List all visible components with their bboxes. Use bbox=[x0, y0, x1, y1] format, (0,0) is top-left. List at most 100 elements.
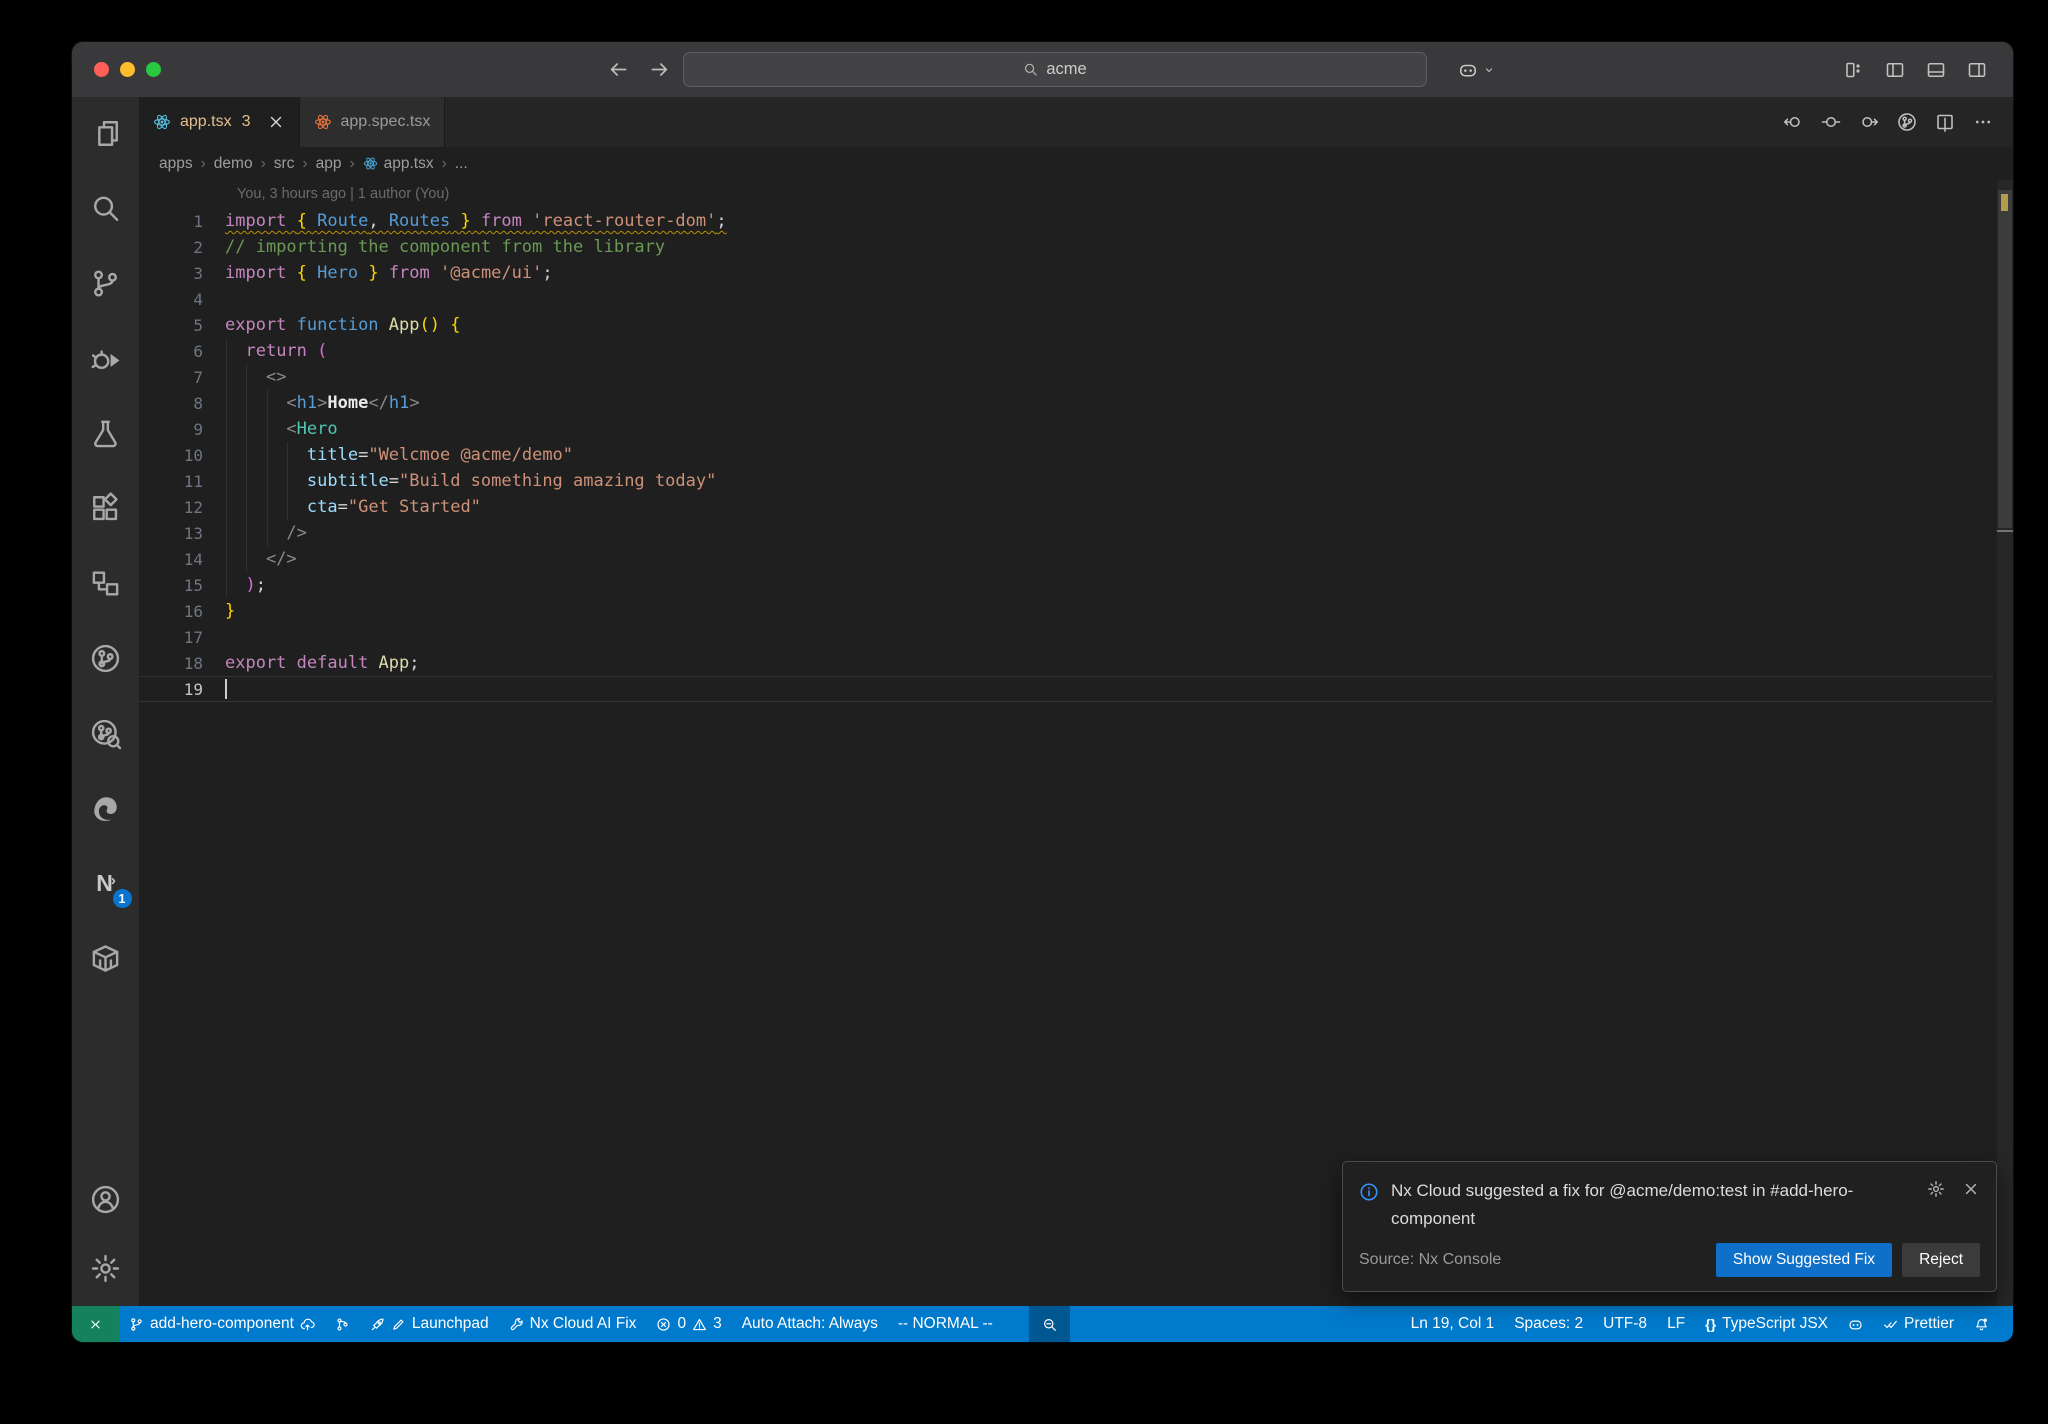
activity-testing[interactable] bbox=[88, 415, 124, 451]
breadcrumb-label: src bbox=[273, 154, 295, 172]
code-editor[interactable]: You, 3 hours ago | 1 author (You) 1 impor… bbox=[139, 180, 2013, 1306]
activity-extensions[interactable] bbox=[88, 490, 124, 526]
code-text: <> bbox=[265, 367, 287, 387]
line-number: 2 bbox=[193, 237, 203, 257]
branch-icon bbox=[131, 1317, 142, 1331]
breadcrumb-item[interactable]: app bbox=[316, 155, 342, 173]
layout-panel-button[interactable] bbox=[1926, 60, 1946, 80]
line-number: 10 bbox=[183, 445, 203, 465]
remote-icon bbox=[91, 1320, 100, 1328]
cloud-upload-icon bbox=[300, 1318, 315, 1330]
activity-explorer[interactable] bbox=[88, 115, 124, 151]
activity-accounts[interactable] bbox=[88, 1181, 124, 1217]
line-number: 4 bbox=[193, 289, 203, 309]
status-indentation[interactable]: Spaces: 2 bbox=[1504, 1306, 1593, 1342]
status-commit-graph[interactable] bbox=[325, 1306, 360, 1342]
activity-source-control[interactable] bbox=[88, 265, 124, 301]
nav-back-circle-icon bbox=[1783, 116, 1800, 128]
tab-app-spec-tsx[interactable]: app.spec.tsx bbox=[299, 97, 446, 147]
close-notification-button[interactable] bbox=[1962, 1180, 1980, 1198]
react-test-icon bbox=[314, 114, 331, 130]
arrow-right-icon bbox=[651, 63, 668, 76]
status-language-mode[interactable]: {} TypeScript JSX bbox=[1695, 1306, 1838, 1342]
status-gitlens-launchpad[interactable]: Launchpad bbox=[360, 1306, 499, 1342]
status-encoding[interactable]: UTF-8 bbox=[1593, 1306, 1657, 1342]
activity-search[interactable] bbox=[88, 190, 124, 226]
customize-layout-button[interactable] bbox=[1844, 60, 1864, 80]
activity-badge: 1 bbox=[112, 889, 132, 908]
breadcrumb-item[interactable]: ... bbox=[455, 155, 468, 173]
breadcrumb-item[interactable]: app.tsx bbox=[363, 155, 434, 173]
activity-project-graph[interactable] bbox=[88, 640, 124, 676]
activity-remote-explorer[interactable] bbox=[88, 565, 124, 601]
breadcrumb-separator: › bbox=[302, 154, 308, 172]
notification-settings-button[interactable] bbox=[1927, 1180, 1945, 1198]
activity-edge-devtools[interactable] bbox=[88, 790, 124, 826]
indent-guide bbox=[266, 390, 268, 546]
activity-settings[interactable] bbox=[88, 1250, 124, 1286]
layout-sidebar-left-button[interactable] bbox=[1885, 60, 1905, 80]
zoom-window-button[interactable] bbox=[146, 62, 161, 77]
minimize-window-button[interactable] bbox=[120, 62, 135, 77]
arrow-right-button[interactable] bbox=[649, 59, 670, 80]
breadcrumb-item[interactable]: src bbox=[274, 155, 295, 173]
breadcrumb-item[interactable]: demo bbox=[214, 155, 253, 173]
text-cursor bbox=[225, 679, 227, 699]
breadcrumb-label: app bbox=[315, 154, 342, 172]
activity-commit-graph[interactable] bbox=[88, 715, 124, 751]
editor-scrollbar[interactable] bbox=[1997, 180, 2013, 1306]
breadcrumb-item[interactable]: apps bbox=[159, 155, 193, 173]
code-line-11: 11 subtitle="Build something amazing tod… bbox=[139, 468, 1993, 494]
close-window-button[interactable] bbox=[94, 62, 109, 77]
reject-button[interactable]: Reject bbox=[1902, 1243, 1980, 1277]
customize-layout-icon bbox=[1846, 62, 1860, 77]
copilot-menu[interactable] bbox=[1458, 60, 1495, 80]
status-eol[interactable]: LF bbox=[1657, 1306, 1695, 1342]
code-text: import { Hero } from '@acme/ui'; bbox=[225, 263, 553, 283]
layout-sidebar-right-button[interactable] bbox=[1967, 60, 1987, 80]
line-number: 3 bbox=[193, 263, 203, 283]
circle-branch-button[interactable] bbox=[1897, 112, 1917, 132]
nav-forward-circle-button[interactable] bbox=[1859, 112, 1879, 132]
arrow-left-button[interactable] bbox=[608, 59, 629, 80]
status-problems[interactable]: 03 bbox=[646, 1306, 731, 1342]
react-icon bbox=[363, 157, 377, 170]
line-number: 9 bbox=[193, 419, 203, 439]
status-zoom-out[interactable] bbox=[1028, 1306, 1070, 1342]
status-cursor-position[interactable]: Ln 19, Col 1 bbox=[1401, 1306, 1505, 1342]
activity-run-and-debug[interactable] bbox=[88, 340, 124, 376]
activity-containers[interactable] bbox=[88, 940, 124, 976]
breadcrumb-label: ... bbox=[454, 154, 468, 172]
vscode-window: acme N› 1 app.tsx 3 app.spec.tsx apps › demo ›… bbox=[72, 42, 2013, 1342]
line-number: 14 bbox=[183, 549, 203, 569]
window-controls bbox=[72, 62, 161, 77]
status-prettier[interactable]: Prettier bbox=[1873, 1306, 1964, 1342]
tab-label: app.spec.tsx bbox=[340, 113, 431, 130]
status-vim-mode[interactable]: -- NORMAL -- bbox=[888, 1306, 1003, 1342]
status-remote-indicator[interactable] bbox=[72, 1306, 119, 1342]
command-center-search[interactable]: acme bbox=[683, 52, 1427, 87]
show-suggested-fix-button[interactable]: Show Suggested Fix bbox=[1715, 1243, 1893, 1277]
scrollbar-slider[interactable] bbox=[1998, 190, 2012, 528]
arrow-left-icon bbox=[610, 63, 627, 76]
close-tab-button[interactable] bbox=[267, 113, 285, 131]
status-copilot-status[interactable] bbox=[1838, 1306, 1873, 1342]
tab-bar: app.tsx 3 app.spec.tsx bbox=[139, 97, 2013, 147]
status-git-branch[interactable]: add-hero-component bbox=[119, 1306, 325, 1342]
code-text: export function App() { bbox=[225, 315, 461, 335]
search-value: acme bbox=[1046, 60, 1087, 78]
code-line-16: 16} bbox=[139, 598, 1993, 624]
split-editor-button[interactable] bbox=[1935, 112, 1955, 132]
status-nx-cloud-ai-fix[interactable]: Nx Cloud AI Fix bbox=[499, 1306, 647, 1342]
activity-nx-console[interactable]: N› 1 bbox=[88, 865, 132, 908]
tab-app-tsx[interactable]: app.tsx 3 bbox=[139, 97, 300, 147]
code-line-8: 8 <h1>Home</h1> bbox=[139, 390, 1993, 416]
nav-dot-circle-button[interactable] bbox=[1821, 112, 1841, 132]
status-notifications-bell[interactable] bbox=[1964, 1306, 1999, 1342]
code-text: </> bbox=[265, 549, 297, 569]
status-auto-attach[interactable]: Auto Attach: Always bbox=[732, 1306, 888, 1342]
nav-back-circle-button[interactable] bbox=[1783, 112, 1803, 132]
nx-icon: N› bbox=[96, 869, 116, 896]
more-button[interactable] bbox=[1973, 112, 1993, 132]
gear-icon bbox=[1928, 1181, 1944, 1197]
